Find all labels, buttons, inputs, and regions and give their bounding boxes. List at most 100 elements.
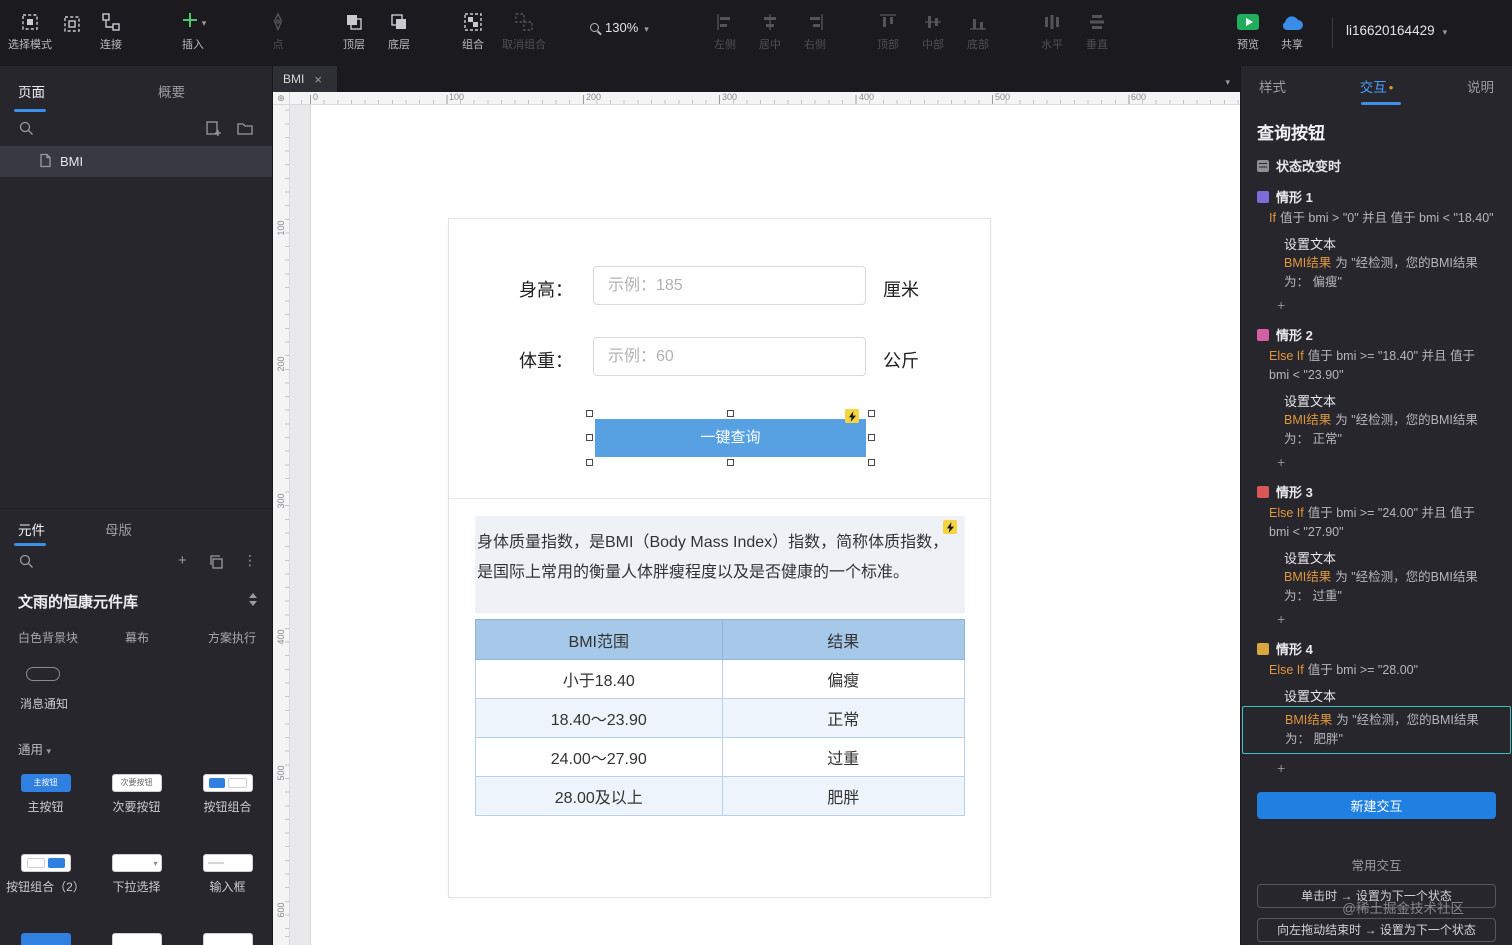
- artboard-page[interactable]: 身高： 厘米 体重： 公斤 一键查询: [310, 105, 1240, 945]
- connect-tool[interactable]: 连接: [85, 9, 137, 52]
- library-sort-icon[interactable]: [248, 593, 258, 610]
- library-categories: 白色背景块 幕布 方案执行: [0, 629, 272, 645]
- send-to-back-tool[interactable]: 底层: [373, 9, 425, 52]
- resize-handle[interactable]: [726, 459, 734, 466]
- resize-handle[interactable]: [586, 459, 593, 466]
- tab-note[interactable]: 说明: [1467, 76, 1494, 96]
- case-2-action[interactable]: 设置文本: [1284, 391, 1496, 410]
- case-3-action-detail[interactable]: BMI结果为 "经检测，您的BMI结果为： 过重": [1284, 568, 1496, 606]
- connect-label: 连接: [100, 39, 122, 51]
- doc-tab-bmi[interactable]: BMI: [273, 66, 337, 92]
- ungroup-tool[interactable]: 取消组合: [496, 9, 552, 52]
- widget-button-group[interactable]: 按钮组合: [182, 774, 272, 815]
- widget-partial[interactable]: [91, 933, 182, 945]
- table-row: 小于18.40 偏瘦: [475, 659, 966, 699]
- resize-handle[interactable]: [586, 434, 593, 441]
- widget-primary-button[interactable]: 主按钮 主按钮: [0, 774, 91, 815]
- align-bottom-icon: [952, 9, 1004, 35]
- case-4-action-detail-selected[interactable]: BMI结果为 "经检测，您的BMI结果为： 肥胖": [1242, 706, 1511, 754]
- add-folder-icon[interactable]: [236, 120, 254, 141]
- align-right-icon: [789, 9, 841, 35]
- widgets-toolbar: [0, 546, 272, 579]
- resize-handle[interactable]: [868, 459, 875, 466]
- case-1-condition[interactable]: If 值于 bmi > "0" 并且 值于 bmi < "18.40": [1269, 209, 1496, 228]
- add-action-button[interactable]: +: [1277, 611, 1291, 627]
- common-interactions-title: 常用交互: [1351, 858, 1402, 873]
- tab-masters[interactable]: 母版: [105, 519, 132, 539]
- case-1-action[interactable]: 设置文本: [1284, 234, 1496, 253]
- new-interaction-button[interactable]: 新建交互: [1257, 791, 1496, 819]
- interaction-lightning-badge-icon: [943, 520, 957, 534]
- account-menu[interactable]: li16620164429: [1346, 23, 1447, 38]
- tab-list-chevron-icon[interactable]: [1225, 72, 1230, 90]
- widget-secondary-button[interactable]: 次要按钮 次要按钮: [91, 774, 182, 815]
- distribute-vertical-icon: [1071, 9, 1123, 35]
- tab-pages[interactable]: 页面: [18, 81, 45, 101]
- case-4-action[interactable]: 设置文本: [1284, 686, 1496, 705]
- close-icon[interactable]: [314, 72, 322, 87]
- widget-partial[interactable]: [182, 933, 272, 945]
- case-3-action[interactable]: 设置文本: [1284, 548, 1496, 567]
- add-page-icon[interactable]: [205, 120, 222, 142]
- insert-tool[interactable]: 插入: [167, 9, 219, 52]
- notification-widget-thumbnail[interactable]: [26, 667, 60, 681]
- duplicate-icon[interactable]: [208, 554, 224, 575]
- tab-style[interactable]: 样式: [1259, 76, 1286, 96]
- query-button[interactable]: 一键查询: [595, 419, 866, 457]
- library-category[interactable]: 方案执行: [208, 629, 256, 646]
- zoom-control[interactable]: 130%: [590, 20, 649, 35]
- tab-widgets[interactable]: 元件: [18, 519, 45, 539]
- resize-handle[interactable]: [726, 410, 734, 417]
- bmi-card[interactable]: 身高： 厘米 体重： 公斤 一键查询: [448, 218, 991, 898]
- widget-label: 按钮组合: [203, 800, 252, 814]
- case-2-header[interactable]: 情形 2: [1257, 325, 1496, 344]
- weight-input[interactable]: [593, 337, 866, 376]
- share-cloud-icon: [1266, 9, 1318, 35]
- resize-handle[interactable]: [868, 410, 875, 417]
- search-icon[interactable]: [18, 553, 35, 575]
- case-1-header[interactable]: 情形 1: [1257, 187, 1496, 206]
- widget-dropdown[interactable]: 下拉选择: [91, 854, 182, 895]
- event-row[interactable]: 状态改变时: [1257, 156, 1496, 175]
- search-icon[interactable]: [18, 120, 35, 142]
- widget-input[interactable]: 输入框: [182, 854, 272, 895]
- ruler-origin-crosshair-icon[interactable]: [273, 92, 290, 105]
- tab-interaction[interactable]: 交互: [1360, 76, 1394, 96]
- tab-outline[interactable]: 概要: [158, 81, 185, 101]
- common-action-drag-left[interactable]: 向左拖动结束时 → 设置为下一个状态: [1257, 917, 1496, 942]
- distribute-vertical-tool[interactable]: 垂直: [1071, 9, 1123, 52]
- case-2-condition[interactable]: Else If 值于 bmi >= "18.40" 并且 值于 bmi < "23…: [1269, 347, 1496, 385]
- resize-handle[interactable]: [586, 410, 593, 417]
- share-button[interactable]: 共享: [1266, 9, 1318, 52]
- kebab-menu-icon[interactable]: [243, 552, 257, 570]
- add-action-button[interactable]: +: [1277, 454, 1291, 470]
- case-name: 情形 1: [1276, 190, 1313, 205]
- case-3-condition[interactable]: Else If 值于 bmi >= "24.00" 并且 值于 bmi < "27…: [1269, 504, 1496, 542]
- ruler-tick-label: 400: [276, 629, 286, 645]
- section-common[interactable]: 通用: [18, 739, 51, 758]
- group-tool[interactable]: 组合: [447, 9, 499, 52]
- height-input[interactable]: [593, 266, 866, 305]
- align-right-tool[interactable]: 右侧: [789, 9, 841, 52]
- send-back-icon: [373, 9, 425, 35]
- case-3-header[interactable]: 情形 3: [1257, 482, 1496, 501]
- widget-label: 次要按钮: [112, 800, 161, 814]
- case-4-header[interactable]: 情形 4: [1257, 639, 1496, 658]
- widget-partial[interactable]: [0, 933, 91, 945]
- add-action-button[interactable]: +: [1277, 297, 1291, 313]
- add-action-button[interactable]: +: [1277, 760, 1291, 776]
- library-category[interactable]: 白色背景块: [18, 629, 78, 646]
- library-category[interactable]: 幕布: [125, 629, 149, 646]
- canvas-viewport[interactable]: 身高： 厘米 体重： 公斤 一键查询: [290, 105, 1240, 945]
- resize-handle[interactable]: [868, 434, 875, 441]
- add-widget-icon[interactable]: [178, 552, 187, 570]
- pen-tool[interactable]: 点: [252, 9, 304, 52]
- page-item-bmi[interactable]: BMI: [0, 146, 272, 177]
- case-1-action-detail[interactable]: BMI结果为 "经检测，您的BMI结果为： 偏瘦": [1284, 254, 1496, 292]
- table-cell: 28.00及以上: [475, 776, 723, 816]
- case-4-condition[interactable]: Else If 值于 bmi >= "28.00": [1269, 661, 1496, 680]
- align-bottom-tool[interactable]: 底部: [952, 9, 1004, 52]
- widget-button-group-2[interactable]: 按钮组合（2）: [0, 854, 91, 895]
- case-2-action-detail[interactable]: BMI结果为 "经检测，您的BMI结果为： 正常": [1284, 411, 1496, 449]
- share-label: 共享: [1281, 39, 1303, 51]
